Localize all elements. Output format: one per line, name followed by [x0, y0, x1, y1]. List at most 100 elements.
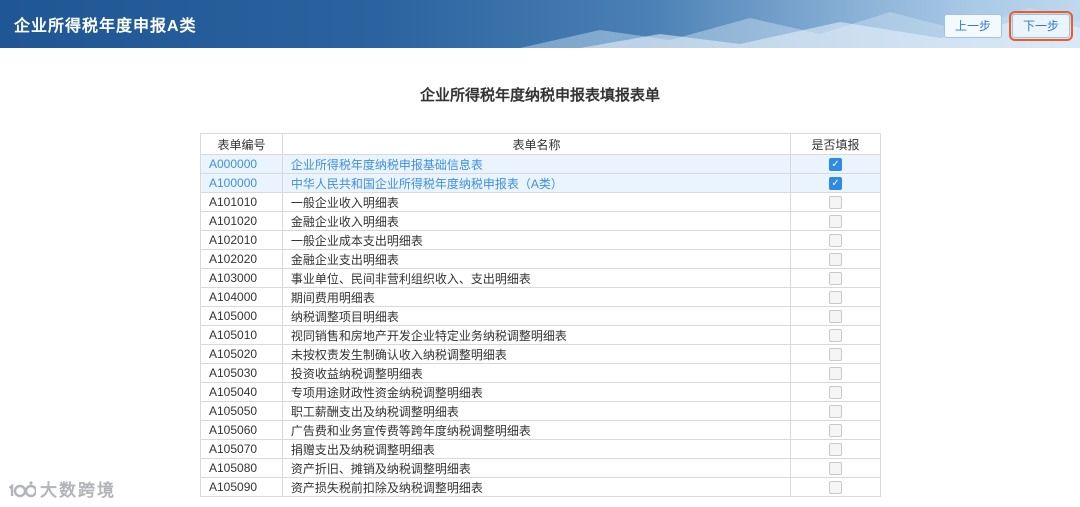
- table-row: A103000 事业单位、民间非营利组织收入、支出明细表: [200, 268, 881, 288]
- fill-checkbox[interactable]: [829, 405, 843, 419]
- fill-flag-cell: [790, 420, 881, 440]
- form-code-cell: A101010: [200, 192, 283, 212]
- fill-flag-cell: ✓: [790, 173, 881, 193]
- table-row: A105040 专项用途财政性资金纳税调整明细表: [200, 382, 881, 402]
- table-row: A105010 视同销售和房地产开发企业特定业务纳税调整明细表: [200, 325, 881, 345]
- fill-checkbox[interactable]: [829, 272, 843, 286]
- fill-checkbox[interactable]: [829, 215, 843, 229]
- watermark-logo-icon: [8, 480, 36, 497]
- table-row: A105090 资产损失税前扣除及纳税调整明细表: [200, 477, 881, 497]
- fill-flag-cell: ✓: [790, 154, 881, 174]
- table-row: A000000 企业所得税年度纳税申报基础信息表 ✓: [200, 154, 881, 174]
- fill-flag-cell: [790, 192, 881, 212]
- fill-flag-cell: [790, 287, 881, 307]
- fill-checkbox[interactable]: [829, 329, 843, 343]
- fill-checkbox[interactable]: [829, 196, 843, 210]
- fill-flag-cell: [790, 306, 881, 326]
- fill-flag-cell: [790, 477, 881, 497]
- fill-checkbox[interactable]: [829, 367, 843, 381]
- form-name-cell: 视同销售和房地产开发企业特定业务纳税调整明细表: [281, 325, 792, 345]
- fill-flag-cell: [790, 458, 881, 478]
- form-name-cell: 金融企业支出明细表: [281, 249, 792, 269]
- fill-flag-cell: [790, 363, 881, 383]
- fill-checkbox[interactable]: ✓: [829, 158, 843, 172]
- fill-flag-cell: [790, 401, 881, 421]
- table-row: A101020 金融企业收入明细表: [200, 211, 881, 231]
- table-row: A100000 中华人民共和国企业所得税年度纳税申报表（A类） ✓: [200, 173, 881, 193]
- fill-checkbox[interactable]: [829, 462, 843, 476]
- form-name-cell[interactable]: 中华人民共和国企业所得税年度纳税申报表（A类）: [281, 173, 792, 193]
- watermark: 大数跨境: [8, 476, 116, 501]
- fill-checkbox[interactable]: [829, 443, 843, 457]
- table-row: A101010 一般企业收入明细表: [200, 192, 881, 212]
- fill-checkbox[interactable]: [829, 310, 843, 324]
- previous-step-button[interactable]: 上一步: [943, 14, 1002, 38]
- form-code-cell: A105050: [200, 401, 283, 421]
- fill-checkbox[interactable]: [829, 348, 843, 362]
- fill-flag-cell: [790, 382, 881, 402]
- form-name-cell: 未按权责发生制确认收入纳税调整明细表: [281, 344, 792, 364]
- table-row: A102010 一般企业成本支出明细表: [200, 230, 881, 250]
- page-header-title: 企业所得税年度申报A类: [14, 18, 197, 35]
- form-code-cell: A105000: [200, 306, 283, 326]
- form-name-cell: 一般企业成本支出明细表: [281, 230, 792, 250]
- form-code-cell: A101020: [200, 211, 283, 231]
- form-code-cell: A105080: [200, 458, 283, 478]
- column-header-fill-flag: 是否填报: [790, 133, 881, 155]
- form-code-cell: A103000: [200, 268, 283, 288]
- form-code-cell: A105040: [200, 382, 283, 402]
- watermark-text: 大数跨境: [40, 481, 116, 500]
- table-row: A105060 广告费和业务宣传费等跨年度纳税调整明细表: [200, 420, 881, 440]
- form-code-cell: A105030: [200, 363, 283, 383]
- form-table-container: 表单编号 表单名称 是否填报 A000000 企业所得税年度纳税申报基础信息表 ✓ A…: [200, 133, 881, 497]
- fill-flag-cell: [790, 249, 881, 269]
- column-header-form-name: 表单名称: [281, 133, 792, 155]
- fill-checkbox[interactable]: [829, 386, 843, 400]
- form-name-cell: 纳税调整项目明细表: [281, 306, 792, 326]
- form-code-cell: A102010: [200, 230, 283, 250]
- form-code-cell: A105020: [200, 344, 283, 364]
- next-step-button[interactable]: 下一步: [1008, 11, 1074, 41]
- form-name-cell: 资产折旧、摊销及纳税调整明细表: [281, 458, 792, 478]
- fill-flag-cell: [790, 211, 881, 231]
- fill-checkbox[interactable]: [829, 424, 843, 438]
- form-name-cell: 专项用途财政性资金纳税调整明细表: [281, 382, 792, 402]
- form-name-cell[interactable]: 企业所得税年度纳税申报基础信息表: [281, 154, 792, 174]
- table-row: A105000 纳税调整项目明细表: [200, 306, 881, 326]
- table-row: A105020 未按权责发生制确认收入纳税调整明细表: [200, 344, 881, 364]
- form-name-cell: 一般企业收入明细表: [281, 192, 792, 212]
- form-name-cell: 资产损失税前扣除及纳税调整明细表: [281, 477, 792, 497]
- form-code-cell: A104000: [200, 287, 283, 307]
- table-row: A104000 期间费用明细表: [200, 287, 881, 307]
- table-row: A105080 资产折旧、摊销及纳税调整明细表: [200, 458, 881, 478]
- table-row: A105030 投资收益纳税调整明细表: [200, 363, 881, 383]
- wizard-buttons: 上一步 下一步: [943, 11, 1074, 41]
- form-code-cell[interactable]: A100000: [200, 173, 283, 193]
- fill-flag-cell: [790, 439, 881, 459]
- form-name-cell: 广告费和业务宣传费等跨年度纳税调整明细表: [281, 420, 792, 440]
- table-header-row: 表单编号 表单名称 是否填报: [200, 133, 881, 155]
- form-name-cell: 期间费用明细表: [281, 287, 792, 307]
- form-name-cell: 金融企业收入明细表: [281, 211, 792, 231]
- form-code-cell: A102020: [200, 249, 283, 269]
- top-banner: 企业所得税年度申报A类 上一步 下一步: [0, 0, 1080, 48]
- table-row: A105070 捐赠支出及纳税调整明细表: [200, 439, 881, 459]
- form-code-cell: A105070: [200, 439, 283, 459]
- fill-flag-cell: [790, 268, 881, 288]
- fill-checkbox[interactable]: [829, 234, 843, 248]
- form-code-cell: A105010: [200, 325, 283, 345]
- fill-checkbox[interactable]: [829, 253, 843, 267]
- form-name-cell: 投资收益纳税调整明细表: [281, 363, 792, 383]
- form-name-cell: 事业单位、民间非营利组织收入、支出明细表: [281, 268, 792, 288]
- fill-checkbox[interactable]: ✓: [829, 177, 843, 191]
- fill-flag-cell: [790, 344, 881, 364]
- form-table-body: A000000 企业所得税年度纳税申报基础信息表 ✓ A100000 中华人民共和国企业…: [200, 154, 881, 497]
- form-list-title: 企业所得税年度纳税申报表填报表单: [419, 87, 660, 104]
- fill-flag-cell: [790, 325, 881, 345]
- column-header-form-code: 表单编号: [200, 133, 283, 155]
- fill-checkbox[interactable]: [829, 291, 843, 305]
- form-name-cell: 职工薪酬支出及纳税调整明细表: [281, 401, 792, 421]
- form-code-cell[interactable]: A000000: [200, 154, 283, 174]
- table-row: A105050 职工薪酬支出及纳税调整明细表: [200, 401, 881, 421]
- fill-checkbox[interactable]: [829, 481, 843, 495]
